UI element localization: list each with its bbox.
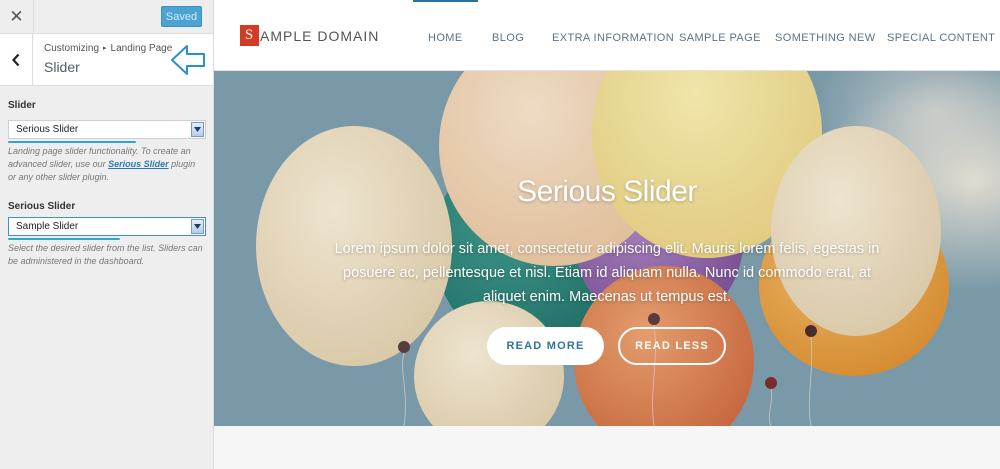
site-preview: S AMPLE DOMAIN HOME BLOG EXTRA INFORMATI…: [214, 0, 1000, 469]
serious-slider-control-label: Serious Slider: [8, 201, 76, 212]
breadcrumb: Customizing ▸ Landing Page: [44, 43, 172, 54]
slide-title: Serious Slider: [517, 175, 697, 208]
slide-text: Lorem ipsum dolor sit amet, consectetur …: [334, 241, 880, 305]
nav-item-blog[interactable]: BLOG: [492, 32, 524, 44]
serious-slider-control-description: Select the desired slider from the list.…: [8, 243, 203, 266]
saved-button[interactable]: Saved: [161, 6, 202, 27]
section-title: Slider: [44, 59, 80, 75]
page-content-area: [214, 426, 1000, 469]
breadcrumb-parent: Customizing: [44, 43, 100, 54]
back-button[interactable]: [0, 34, 33, 85]
site-header: S AMPLE DOMAIN HOME BLOG EXTRA INFORMATI…: [214, 0, 1000, 71]
focus-underline: [8, 141, 136, 143]
nav-item-home[interactable]: HOME: [413, 0, 478, 44]
serious-slider-select-value: Sample Slider: [16, 221, 79, 232]
slider-select-value: Serious Slider: [16, 124, 79, 135]
read-less-button[interactable]: READ LESS: [618, 327, 726, 365]
nav-item-special-content[interactable]: SPECIAL CONTENT: [887, 32, 995, 44]
close-icon: ✕: [9, 6, 24, 26]
breadcrumb-separator: ▸: [103, 45, 107, 52]
arrow-left-icon: [171, 45, 205, 75]
customizer-topbar: ✕ Saved: [0, 0, 213, 34]
slider-select[interactable]: Serious Slider: [8, 120, 206, 139]
chevron-left-icon: [12, 53, 20, 66]
breadcrumb-current: Landing Page: [110, 43, 173, 54]
focus-underline: [8, 238, 120, 240]
section-header: Customizing ▸ Landing Page Slider: [0, 34, 213, 86]
nav-item-extra-information[interactable]: EXTRA INFORMATION: [552, 32, 674, 44]
serious-slider-link[interactable]: Serious Slider: [108, 159, 169, 169]
slider-control-description: Landing page slider functionality. To cr…: [8, 145, 205, 184]
serious-slider-control: Serious Slider Sample Slider Select the …: [8, 201, 206, 268]
dropdown-arrow-icon[interactable]: [191, 122, 204, 137]
slider-controls: Slider Serious Slider Landing page slide…: [0, 100, 213, 268]
nav-item-something-new[interactable]: SOMETHING NEW: [775, 32, 876, 44]
customizer-sidebar: ✕ Saved Customizing ▸ Landing Page Slider …: [0, 0, 214, 469]
close-customizer-button[interactable]: ✕: [0, 0, 34, 33]
serious-slider-select[interactable]: Sample Slider: [8, 217, 206, 236]
main-nav: HOME BLOG EXTRA INFORMATION SAMPLE PAGE …: [214, 0, 1000, 71]
slider-control-label: Slider: [8, 100, 36, 111]
nav-item-sample-page[interactable]: SAMPLE PAGE: [679, 32, 761, 44]
read-more-button[interactable]: READ MORE: [487, 327, 604, 365]
dropdown-arrow-icon[interactable]: [191, 219, 204, 234]
slider-control: Slider Serious Slider Landing page slide…: [8, 100, 206, 184]
hero-slider: Serious Slider Lorem ipsum dolor sit ame…: [214, 71, 1000, 426]
